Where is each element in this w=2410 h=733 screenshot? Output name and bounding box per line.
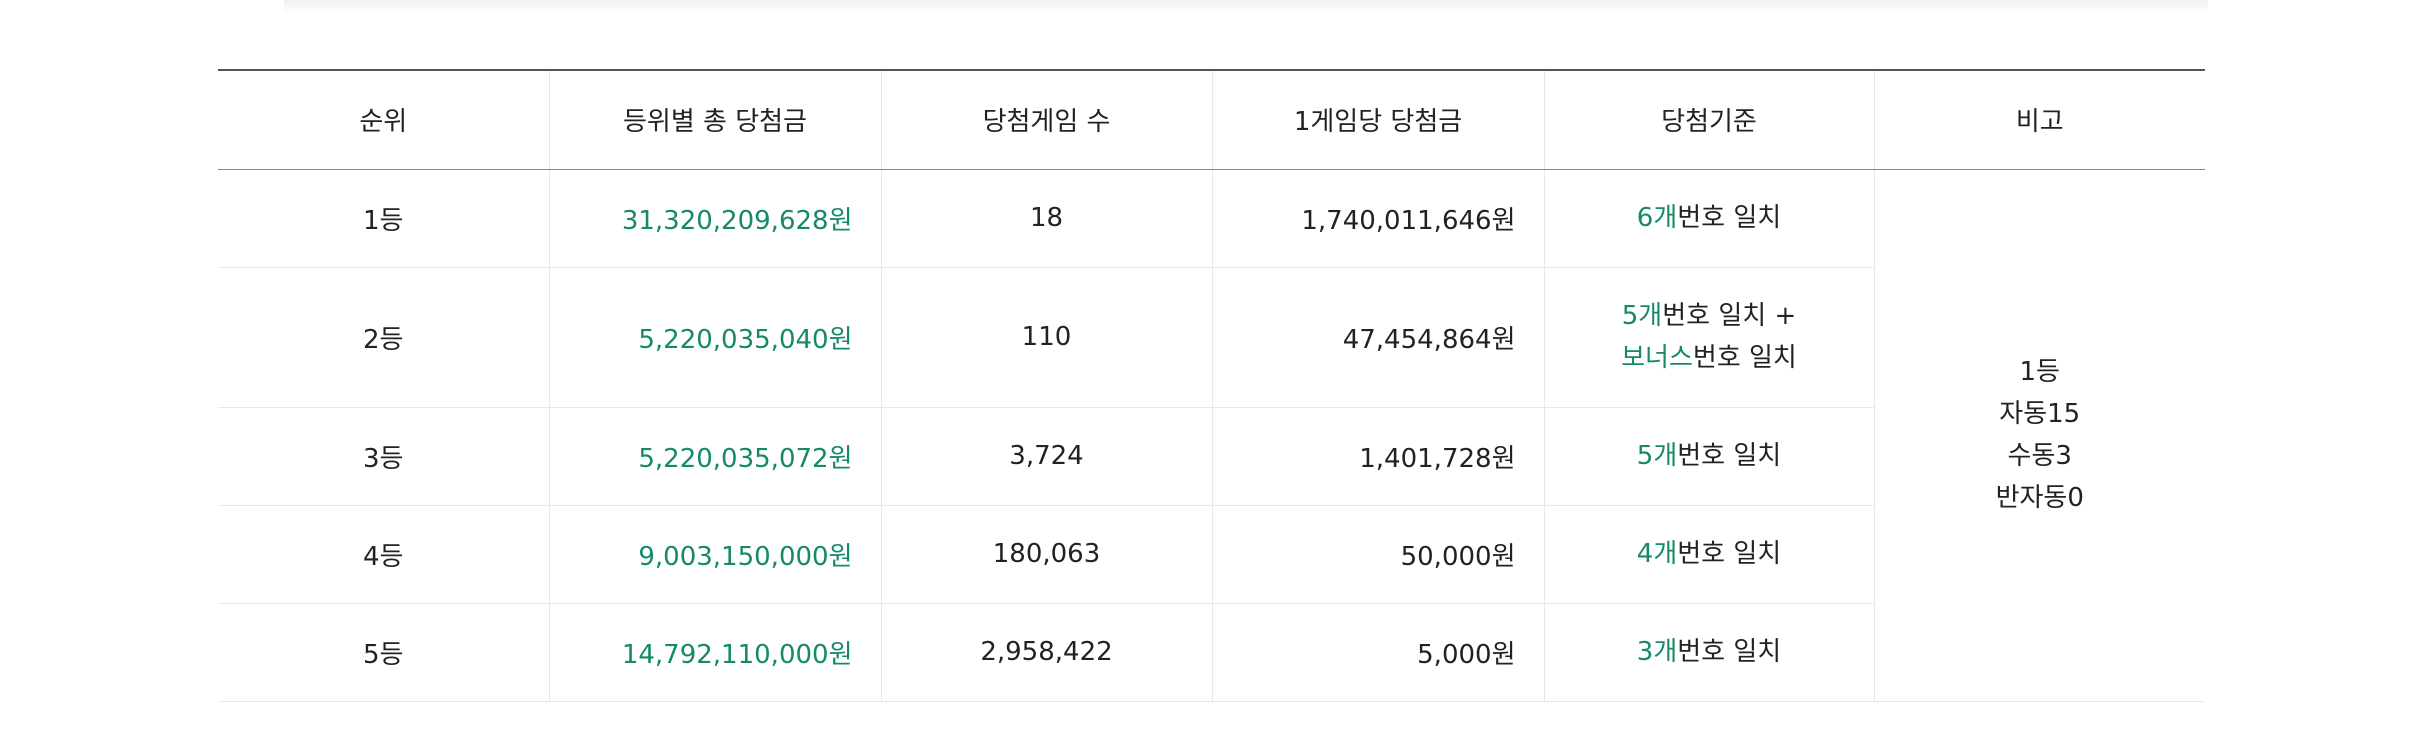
table-row: 1등 31,320,209,628원 18 1,740,011,646원 6개번… bbox=[218, 169, 2205, 702]
header-notes: 비고 bbox=[1874, 70, 2205, 170]
prize-per-game-cell: 5,000원 bbox=[1212, 603, 1545, 702]
notes-line: 1등 bbox=[2019, 357, 2060, 387]
criteria-text: 번호 일치 bbox=[1677, 203, 1782, 233]
top-panel-shadow bbox=[284, 0, 2208, 14]
total-prize-cell: 14,792,110,000원 bbox=[549, 603, 882, 702]
winner-count-cell: 18 bbox=[881, 169, 1213, 268]
notes-line: 반자동0 bbox=[1995, 483, 2084, 513]
prize-per-game-cell: 1,401,728원 bbox=[1212, 407, 1545, 506]
criteria-text: 번호 일치 bbox=[1692, 343, 1797, 373]
notes-line: 수동3 bbox=[2007, 441, 2072, 471]
criteria-count: 4개 bbox=[1636, 539, 1678, 569]
header-prize-per-game: 1게임당 당첨금 bbox=[1212, 70, 1545, 170]
criteria-text: 번호 일치 + bbox=[1662, 301, 1797, 331]
criteria-text: 번호 일치 bbox=[1677, 441, 1782, 471]
prize-results-table: 순위 등위별 총 당첨금 당첨게임 수 1게임당 당첨금 당첨기준 비고 1등 … bbox=[218, 69, 2205, 702]
winner-count-cell: 2,958,422 bbox=[881, 603, 1213, 702]
criteria-text: 번호 일치 bbox=[1677, 637, 1782, 667]
rank-cell: 5등 bbox=[218, 603, 550, 702]
criteria-cell: 5개번호 일치 bbox=[1544, 407, 1875, 506]
criteria-line: 5개번호 일치 + bbox=[1573, 295, 1846, 337]
rank-cell: 2등 bbox=[218, 267, 550, 408]
criteria-cell: 6개번호 일치 bbox=[1544, 169, 1875, 268]
criteria-text: 번호 일치 bbox=[1677, 539, 1782, 569]
total-prize-cell: 5,220,035,040원 bbox=[549, 267, 882, 408]
total-prize-cell: 31,320,209,628원 bbox=[549, 169, 882, 268]
criteria-count: 5개 bbox=[1636, 441, 1678, 471]
rank-cell: 3등 bbox=[218, 407, 550, 506]
winner-count-cell: 3,724 bbox=[881, 407, 1213, 506]
criteria-cell: 5개번호 일치 + 보너스번호 일치 bbox=[1544, 267, 1875, 408]
criteria-cell: 4개번호 일치 bbox=[1544, 505, 1875, 604]
criteria-line: 보너스번호 일치 bbox=[1573, 337, 1846, 379]
criteria-count: 6개 bbox=[1636, 203, 1678, 233]
criteria-cell: 3개번호 일치 bbox=[1544, 603, 1875, 702]
winner-count-cell: 110 bbox=[881, 267, 1213, 408]
criteria-count: 5개 bbox=[1621, 301, 1663, 331]
notes-cell: 1등 자동15 수동3 반자동0 bbox=[1874, 169, 2205, 702]
table-header-row: 순위 등위별 총 당첨금 당첨게임 수 1게임당 당첨금 당첨기준 비고 bbox=[218, 70, 2205, 170]
header-rank: 순위 bbox=[218, 70, 550, 170]
header-winner-count: 당첨게임 수 bbox=[881, 70, 1213, 170]
prize-per-game-cell: 50,000원 bbox=[1212, 505, 1545, 604]
rank-cell: 4등 bbox=[218, 505, 550, 604]
criteria-count: 3개 bbox=[1636, 637, 1678, 667]
total-prize-cell: 5,220,035,072원 bbox=[549, 407, 882, 506]
rank-cell: 1등 bbox=[218, 169, 550, 268]
header-total-prize: 등위별 총 당첨금 bbox=[549, 70, 882, 170]
prize-per-game-cell: 47,454,864원 bbox=[1212, 267, 1545, 408]
prize-per-game-cell: 1,740,011,646원 bbox=[1212, 169, 1545, 268]
notes-line: 자동15 bbox=[1999, 399, 2081, 429]
criteria-bonus: 보너스 bbox=[1621, 343, 1693, 373]
winner-count-cell: 180,063 bbox=[881, 505, 1213, 604]
header-criteria: 당첨기준 bbox=[1544, 70, 1875, 170]
total-prize-cell: 9,003,150,000원 bbox=[549, 505, 882, 604]
